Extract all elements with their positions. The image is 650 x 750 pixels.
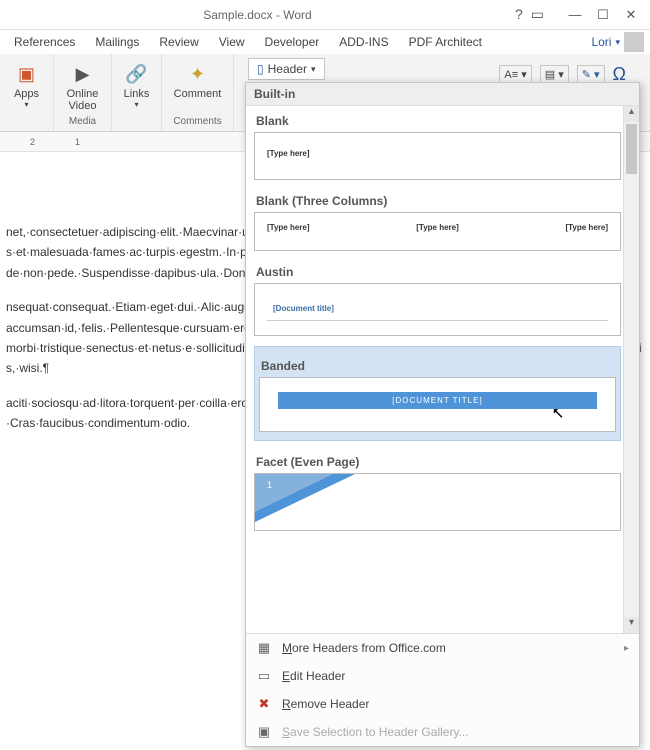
save-selection-action: ▣ Save Selection to Header Gallery... <box>246 718 639 746</box>
placeholder-text: [Document title] <box>273 304 334 313</box>
comments-group-label: Comments <box>173 116 221 129</box>
scroll-down-icon[interactable]: ▾ <box>624 617 639 633</box>
chevron-down-icon[interactable]: ▾ <box>615 37 620 48</box>
page-number: 1 <box>267 480 272 490</box>
gallery-item-blank-title: Blank <box>254 110 621 132</box>
comment-button[interactable]: ✦ Comment <box>170 58 226 102</box>
video-icon: ▶ <box>68 60 96 88</box>
help-icon[interactable]: ? <box>515 6 523 23</box>
scroll-thumb[interactable] <box>626 124 637 174</box>
action-label: Save Selection to Header Gallery... <box>282 725 469 739</box>
save-icon: ▣ <box>256 724 272 740</box>
header-gallery-dropdown: Built-in ▴ ▾ Blank [Type here] Blank (Th… <box>245 82 640 747</box>
maximize-button[interactable]: ☐ <box>590 4 616 26</box>
placeholder-text: [DOCUMENT TITLE] <box>278 392 597 409</box>
action-label: Edit Header <box>282 669 345 683</box>
gallery-item-facet[interactable]: 1 <box>254 473 621 531</box>
gallery-item-austin-title: Austin <box>254 261 621 283</box>
scrollbar[interactable]: ▴ ▾ <box>623 106 639 633</box>
comment-label: Comment <box>174 88 222 100</box>
ruler-mark: 1 <box>75 137 80 147</box>
apps-button[interactable]: ▣ Apps ▾ <box>9 58 45 111</box>
gallery-item-facet-title: Facet (Even Page) <box>254 451 621 473</box>
edit-icon: ▭ <box>256 668 272 684</box>
ruler-mark: 2 <box>30 137 35 147</box>
tab-pdf-architect[interactable]: PDF Architect <box>399 35 492 49</box>
tab-addins[interactable]: ADD-INS <box>329 35 398 49</box>
window-title: Sample.docx - Word <box>0 8 515 22</box>
user-name[interactable]: Lori <box>591 35 611 49</box>
group-label <box>25 116 28 129</box>
tab-developer[interactable]: Developer <box>255 35 330 49</box>
action-label: Remove Header <box>282 697 369 711</box>
links-icon: 🔗 <box>123 60 151 88</box>
more-headers-action[interactable]: ▦ More Headers from Office.com ▸ <box>246 634 639 662</box>
placeholder-text: [Type here] <box>416 223 459 232</box>
online-video-label: Online Video <box>67 88 99 112</box>
tab-review[interactable]: Review <box>149 35 208 49</box>
chevron-down-icon: ▾ <box>134 100 138 109</box>
links-label: Links <box>124 88 150 100</box>
ribbon-display-icon[interactable]: ▭ <box>531 6 544 23</box>
media-group-label: Media <box>69 116 96 129</box>
avatar[interactable] <box>624 32 644 52</box>
apps-label: Apps <box>14 88 39 100</box>
gallery-item-blank[interactable]: [Type here] <box>254 132 621 180</box>
header-dropdown-button[interactable]: ▯ Header ▾ <box>248 58 325 80</box>
chevron-down-icon: ▾ <box>311 64 316 75</box>
gallery-item-banded-title: Banded <box>259 355 616 377</box>
placeholder-text: [Type here] <box>565 223 608 232</box>
remove-header-action[interactable]: ✖ Remove Header <box>246 690 639 718</box>
group-label <box>135 116 138 129</box>
gallery-item-austin[interactable]: [Document title] <box>254 283 621 336</box>
scroll-up-icon[interactable]: ▴ <box>624 106 639 122</box>
chevron-down-icon: ▾ <box>24 100 28 109</box>
close-button[interactable]: ✕ <box>618 4 644 26</box>
tab-view[interactable]: View <box>209 35 255 49</box>
links-button[interactable]: 🔗 Links ▾ <box>119 58 155 111</box>
minimize-button[interactable]: — <box>562 4 588 26</box>
placeholder-text: [Type here] <box>267 223 310 232</box>
office-icon: ▦ <box>256 640 272 656</box>
comment-icon: ✦ <box>184 60 212 88</box>
gallery-item-blank3[interactable]: [Type here] [Type here] [Type here] <box>254 212 621 251</box>
edit-header-action[interactable]: ▭ Edit Header <box>246 662 639 690</box>
action-label: More Headers from Office.com <box>282 641 446 655</box>
remove-icon: ✖ <box>256 696 272 712</box>
gallery-item-blank3-title: Blank (Three Columns) <box>254 190 621 212</box>
header-label: Header <box>268 62 307 76</box>
apps-icon: ▣ <box>13 60 41 88</box>
gallery-category: Built-in <box>246 83 639 106</box>
placeholder-text: [Type here] <box>267 149 310 158</box>
gallery-item-banded[interactable]: [DOCUMENT TITLE] ⭦ <box>259 377 616 432</box>
header-icon: ▯ <box>257 62 264 76</box>
chevron-right-icon: ▸ <box>624 643 629 654</box>
tab-references[interactable]: References <box>4 35 85 49</box>
tab-mailings[interactable]: Mailings <box>85 35 149 49</box>
online-video-button[interactable]: ▶ Online Video <box>63 58 103 114</box>
